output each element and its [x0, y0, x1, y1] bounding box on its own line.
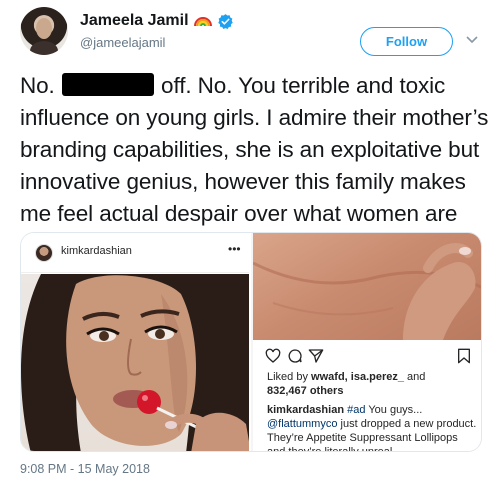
instagram-username: kimkardashian — [61, 245, 132, 257]
author-avatar[interactable] — [20, 7, 68, 55]
caption-hashtag: #ad — [347, 404, 366, 416]
caption-username: kimkardashian — [267, 404, 345, 416]
tweet-card: Jameela Jamil @jameelajamil Follow No. o… — [0, 0, 500, 486]
instagram-photo — [21, 274, 249, 451]
tweet-text-rest: off. No. You terrible and toxic influenc… — [20, 73, 489, 258]
tweet-text-start: No. — [20, 73, 55, 98]
share-icon[interactable] — [308, 348, 324, 364]
caption-text-start: You guys... — [368, 404, 423, 416]
instagram-post-details[interactable]: Liked by wwafd, isa.perez_ and 832,467 o… — [253, 233, 481, 451]
instagram-likes: Liked by wwafd, isa.perez_ and 832,467 o… — [267, 370, 473, 398]
more-options-icon: ••• — [228, 242, 241, 256]
likes-count: 832,467 others — [267, 385, 344, 397]
follow-button[interactable]: Follow — [360, 27, 453, 56]
instagram-post-header: kimkardashian ••• — [21, 233, 249, 273]
likes-prefix: Liked by — [267, 371, 308, 383]
rainbow-icon — [193, 17, 212, 27]
liked-by-users: wwafd, isa.perez_ — [311, 371, 404, 383]
author-name-row: Jameela Jamil — [80, 12, 234, 30]
instagram-photo-closeup — [253, 233, 481, 340]
redaction-bar — [61, 73, 154, 96]
heart-icon[interactable] — [265, 348, 281, 364]
portrait-illustration — [21, 274, 249, 451]
instagram-avatar — [35, 244, 53, 262]
verified-icon — [217, 13, 233, 29]
instagram-caption: kimkardashian #ad You guys... @flattummy… — [267, 403, 477, 451]
chevron-down-icon[interactable] — [465, 35, 479, 45]
instagram-action-bar — [263, 348, 475, 366]
bookmark-icon[interactable] — [457, 348, 471, 364]
tweet-media[interactable]: kimkardashian ••• Liked by wwafd, isa.pe… — [20, 232, 482, 452]
comment-icon[interactable] — [287, 348, 303, 364]
author-handle[interactable]: @jameelajamil — [80, 35, 165, 50]
likes-and: and — [407, 371, 426, 383]
author-display-name[interactable]: Jameela Jamil — [80, 12, 189, 30]
caption-mention: @flattummyco — [267, 418, 338, 430]
tweet-timestamp[interactable]: 9:08 PM - 15 May 2018 — [20, 462, 150, 476]
closeup-illustration — [253, 243, 481, 340]
instagram-post-screenshot[interactable]: kimkardashian ••• — [21, 233, 251, 451]
